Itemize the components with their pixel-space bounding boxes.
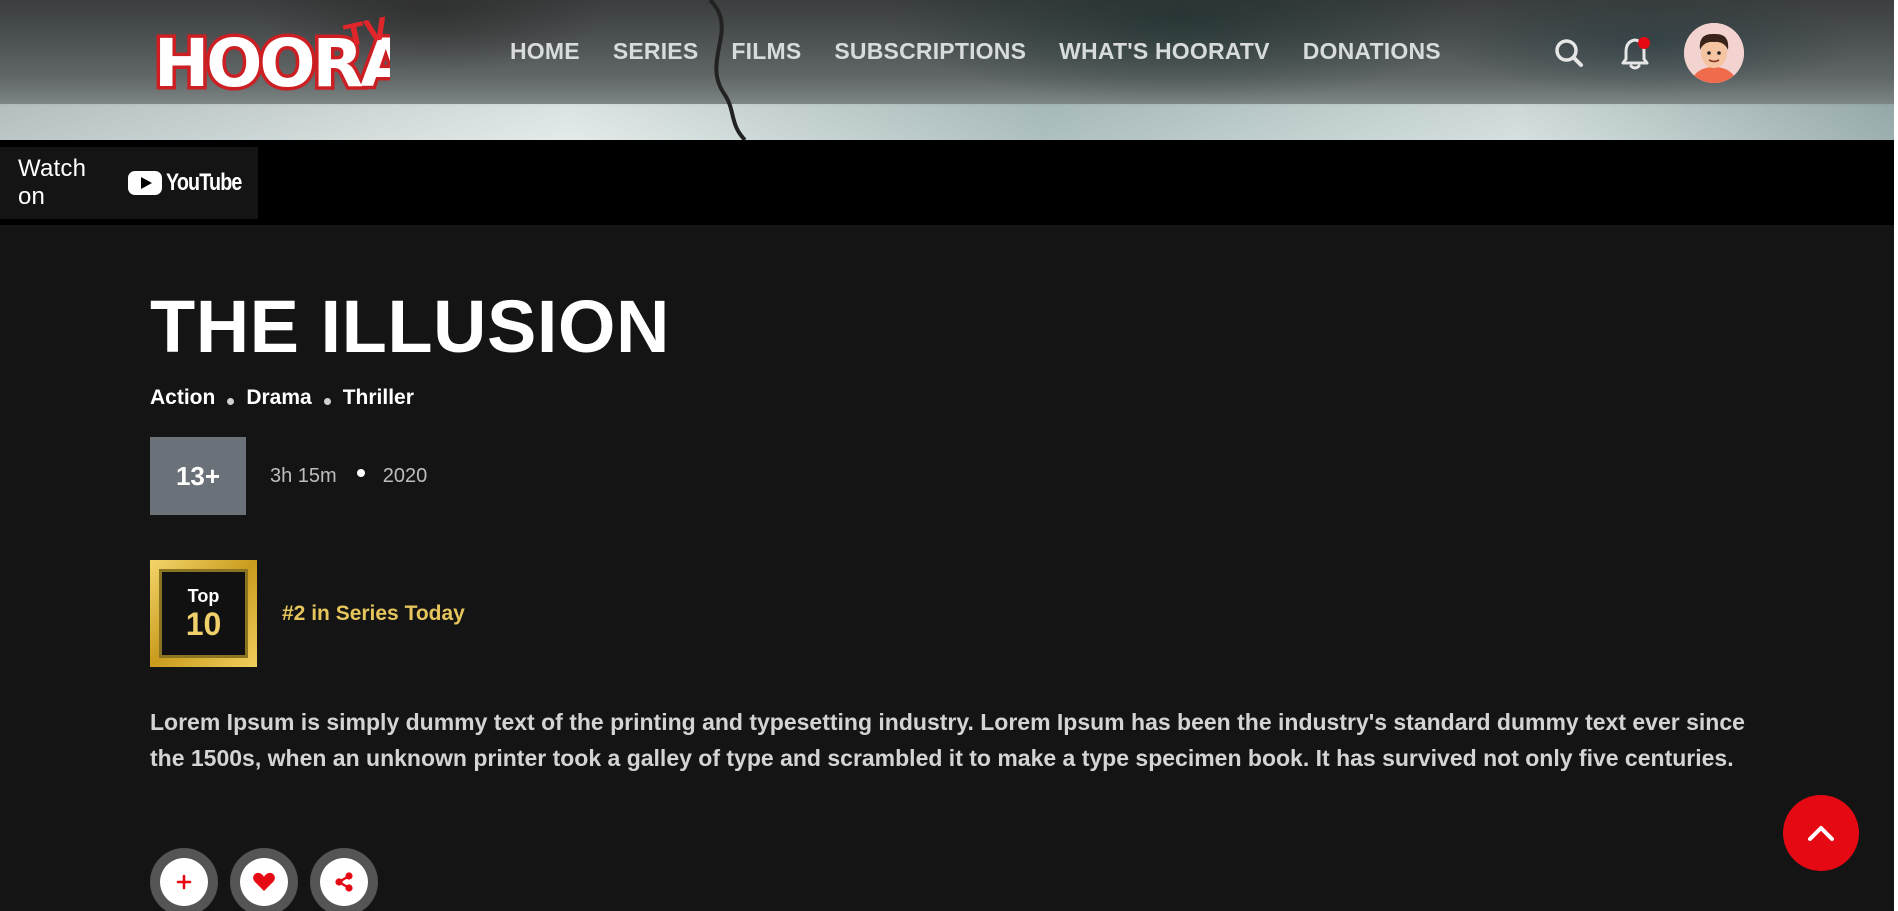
ranking-text: #2 in Series Today: [282, 601, 465, 625]
age-rating-badge: 13+: [150, 437, 246, 515]
youtube-play-icon: [127, 171, 162, 195]
youtube-logo: YouTube: [127, 169, 258, 197]
window-edge: [1894, 0, 1898, 911]
release-year: 2020: [382, 464, 428, 487]
genre-list: Action Drama Thriller: [150, 386, 414, 410]
duration: 3h 15m: [270, 464, 337, 487]
action-buttons: [150, 848, 378, 911]
top10-badge-inner: Top 10: [159, 569, 248, 658]
bell-icon[interactable]: [1620, 34, 1654, 72]
plus-icon: [176, 874, 192, 890]
action-button-face: [320, 858, 368, 906]
search-icon[interactable]: [1554, 38, 1584, 68]
avatar-image: [1684, 23, 1744, 83]
nav-donations[interactable]: DONATIONS: [1303, 38, 1441, 65]
action-button-face: [240, 858, 288, 906]
top10-ranking: Top 10 #2 in Series Today: [150, 560, 465, 667]
show-meta: 13+ 3h 15m 2020: [150, 437, 427, 515]
share-icon: [335, 872, 353, 892]
top10-number: 10: [185, 605, 222, 642]
nav-series[interactable]: SERIES: [613, 38, 699, 65]
separator-dot: [323, 397, 331, 405]
show-description: Lorem Ipsum is simply dummy text of the …: [150, 709, 1745, 771]
nav-home[interactable]: HOME: [510, 38, 580, 65]
hero-mist: [0, 104, 1898, 140]
site-header: HOORA TV HOME SERIES FILMS SUBSCRIPTIONS…: [0, 0, 1898, 106]
hooratv-logo[interactable]: HOORA TV: [150, 10, 391, 96]
share-button[interactable]: [310, 848, 378, 911]
page: Watch on YouTube HOORA TV HOME SERIES FI…: [0, 0, 1898, 911]
youtube-wordmark: YouTube: [165, 169, 242, 196]
video-control-bar: [0, 140, 1898, 225]
nav-subscriptions[interactable]: SUBSCRIPTIONS: [834, 38, 1026, 65]
top10-badge-icon: Top 10: [150, 560, 257, 667]
nav-whats-hooratv[interactable]: WHAT'S HOORATV: [1059, 38, 1270, 65]
genre-tag[interactable]: Action: [150, 386, 215, 410]
chevron-up-icon: [1808, 826, 1834, 841]
action-button-face: [160, 858, 208, 906]
genre-tag[interactable]: Drama: [246, 386, 311, 410]
heart-icon: [253, 872, 275, 891]
top10-word: Top: [187, 585, 220, 606]
genre-tag[interactable]: Thriller: [343, 386, 414, 410]
scroll-to-top-button[interactable]: [1783, 795, 1859, 871]
main-nav: HOME SERIES FILMS SUBSCRIPTIONS WHAT'S H…: [510, 38, 1441, 65]
watch-on-youtube-button[interactable]: Watch on YouTube: [0, 147, 258, 219]
show-title: THE ILLUSION: [150, 285, 670, 368]
separator-dot: [227, 397, 235, 405]
avatar[interactable]: [1684, 23, 1744, 83]
add-to-list-button[interactable]: [150, 848, 218, 911]
watch-on-label: Watch on: [18, 155, 87, 210]
notification-dot: [1638, 37, 1650, 49]
separator-dot: [356, 469, 365, 477]
nav-films[interactable]: FILMS: [731, 38, 801, 65]
like-button[interactable]: [230, 848, 298, 911]
